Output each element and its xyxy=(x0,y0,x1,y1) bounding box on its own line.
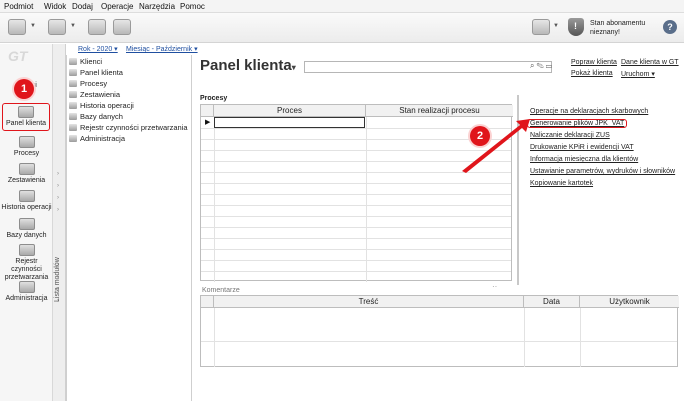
column-header-tresc[interactable]: Treść xyxy=(214,296,524,308)
grid-corner xyxy=(201,105,214,117)
annotation-arrow xyxy=(462,119,530,173)
nav-item-zestawienia[interactable]: Zestawienia xyxy=(0,163,53,185)
column-header-proces[interactable]: Proces xyxy=(214,105,366,117)
chevron-down-icon[interactable]: ▼ xyxy=(70,23,76,29)
nav-item-panel-klienta[interactable]: Panel klienta xyxy=(2,103,50,131)
add-client-icon[interactable] xyxy=(8,19,26,35)
tools-icon[interactable] xyxy=(88,19,106,35)
toolbar: ▼ ▼ ▼ Stan abonamentu nieznany! ? xyxy=(0,13,684,43)
operation-link[interactable]: Ustawianie parametrów, wydruków i słowni… xyxy=(530,168,675,175)
settings-icon[interactable] xyxy=(113,19,131,35)
tree-item-zestawienia[interactable]: Zestawienia xyxy=(69,90,120,99)
subscription-status: Stan abonamentu nieznany! xyxy=(590,20,646,36)
help-icon[interactable]: ? xyxy=(663,20,677,34)
page-title[interactable]: Panel klienta▾ xyxy=(200,57,296,74)
operation-link[interactable]: Drukowanie KPiR i ewidencji VAT xyxy=(530,144,634,151)
month-filter[interactable]: Miesiąc - Październik ▾ xyxy=(126,45,198,53)
nav-item-procesy[interactable]: Procesy xyxy=(0,136,53,158)
register-icon xyxy=(69,124,77,131)
menu-pomoc[interactable]: Pomoc xyxy=(180,2,205,11)
chevron-right-icon: › xyxy=(57,195,59,201)
chevron-right-icon: › xyxy=(57,183,59,189)
tree-item-panel-klienta[interactable]: Panel klienta xyxy=(69,68,123,77)
operation-link[interactable]: Naliczanie deklaracji ZUS xyxy=(530,132,610,139)
chevron-down-icon: ▾ xyxy=(291,63,296,72)
tree-item-rejestr[interactable]: Rejestr czynności przetwarzania xyxy=(69,123,188,132)
edit-client-link[interactable]: Popraw klienta xyxy=(571,59,617,66)
step-badge-1: 1 xyxy=(14,79,34,99)
client-data-gt-link[interactable]: Dane klienta w GT xyxy=(621,59,679,66)
tree-item-historia[interactable]: Historia operacji xyxy=(69,101,134,110)
processes-icon xyxy=(18,136,35,148)
admin-icon xyxy=(18,281,35,293)
search-tools: ⌕✎▭ xyxy=(530,61,554,71)
year-filter[interactable]: Rok - 2020 ▾ xyxy=(78,45,118,53)
history-icon xyxy=(18,190,35,202)
register-icon xyxy=(18,244,35,256)
menu-operacje[interactable]: Operacje xyxy=(101,2,133,11)
module-tree: Klienci Panel klienta Procesy Zestawieni… xyxy=(66,55,192,401)
tree-item-bazy[interactable]: Bazy danych xyxy=(69,112,123,121)
history-icon xyxy=(69,102,77,109)
menu-narzedzia[interactable]: Narzędzia xyxy=(139,2,175,11)
gt-logo: GT xyxy=(8,48,28,64)
modules-label: Lista modułów xyxy=(54,257,61,302)
selected-cell[interactable] xyxy=(214,117,365,128)
run-menu-link[interactable]: Uruchom ▾ xyxy=(621,70,655,78)
grid-corner xyxy=(201,296,214,308)
reports-icon xyxy=(18,163,35,175)
chevron-right-icon: › xyxy=(57,171,59,177)
folder-icon xyxy=(69,58,77,65)
folder-icon xyxy=(69,69,77,76)
nav-item-administracja[interactable]: Administracja xyxy=(0,281,53,303)
edit-icon[interactable]: ✎ xyxy=(536,61,545,70)
nav-item-rejestr[interactable]: Rejestr czynności przetwarzania xyxy=(0,244,53,282)
client-panel-icon xyxy=(18,106,34,118)
operation-link[interactable]: Informacja miesięczna dla klientów xyxy=(530,156,638,163)
processes-icon xyxy=(69,80,77,87)
tree-item-procesy[interactable]: Procesy xyxy=(69,79,107,88)
nav-item-bazy[interactable]: Bazy danych xyxy=(0,218,53,240)
folder-icon[interactable] xyxy=(532,19,550,35)
operation-link[interactable]: Operacje na deklaracjach skarbowych xyxy=(530,108,648,115)
chevron-right-icon: › xyxy=(57,207,59,213)
comments-grid: Treść Data Użytkownik xyxy=(200,295,679,367)
processes-section-label: Procesy xyxy=(200,95,228,102)
reports-icon xyxy=(69,91,77,98)
menu-widok[interactable]: Widok xyxy=(44,2,66,11)
operation-link-jpk-vat[interactable]: Generowanie plików JPK_VAT xyxy=(527,119,628,128)
tree-item-klienci[interactable]: Klienci xyxy=(69,57,102,66)
more-dots: ·· xyxy=(492,282,498,291)
operation-link[interactable]: Kopiowanie kartotek xyxy=(530,180,593,187)
chevron-down-icon[interactable]: ▼ xyxy=(553,23,559,29)
nav-item-historia[interactable]: Historia operacji xyxy=(0,190,53,212)
clear-icon[interactable]: ▭ xyxy=(546,61,554,70)
admin-icon xyxy=(69,135,77,142)
tree-item-administracja[interactable]: Administracja xyxy=(69,134,125,143)
period-filters: Rok - 2020 ▾ Miesiąc - Październik ▾ xyxy=(66,44,684,55)
shield-icon xyxy=(568,18,584,36)
show-client-link[interactable]: Pokaż klienta xyxy=(571,70,613,77)
menu-podmiot[interactable]: Podmiot xyxy=(4,2,33,11)
chevron-down-icon[interactable]: ▼ xyxy=(30,23,36,29)
search-input[interactable] xyxy=(304,61,552,73)
modules-strip[interactable]: › › › › › › › › Lista modułów xyxy=(53,44,66,401)
column-header-data[interactable]: Data xyxy=(524,296,580,308)
comments-section-label: Komentarze xyxy=(202,287,240,294)
column-header-uzytkownik[interactable]: Użytkownik xyxy=(580,296,679,308)
print-icon[interactable] xyxy=(48,19,66,35)
database-icon xyxy=(18,218,35,230)
menu-dodaj[interactable]: Dodaj xyxy=(72,2,93,11)
database-icon xyxy=(69,113,77,120)
step-badge-2: 2 xyxy=(470,126,490,146)
row-pointer-icon: ▶ xyxy=(205,119,211,126)
menu-bar: Podmiot Widok Dodaj Operacje Narzędzia P… xyxy=(0,0,684,13)
